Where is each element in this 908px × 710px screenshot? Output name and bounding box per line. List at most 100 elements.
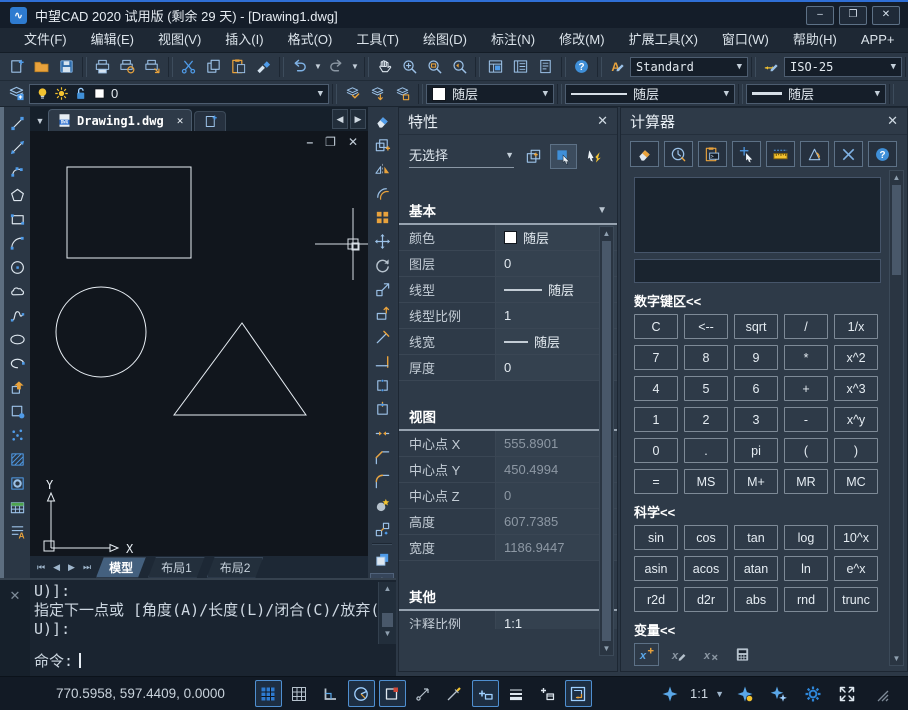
maximize-button[interactable]: ❐ xyxy=(839,6,867,25)
numpad-key[interactable]: - xyxy=(784,407,828,432)
scientific-key[interactable]: 10^x xyxy=(834,525,878,550)
close-button[interactable]: ✕ xyxy=(872,6,900,25)
numpad-key[interactable]: 7 xyxy=(634,345,678,370)
quick-select-button[interactable] xyxy=(580,144,607,169)
new-variable-button[interactable]: x xyxy=(634,643,659,666)
scroll-up-icon[interactable]: ▲ xyxy=(380,582,395,595)
menu-item[interactable]: 工具(T) xyxy=(344,28,411,52)
menu-item[interactable]: 窗口(W) xyxy=(710,28,781,52)
numpad-key[interactable]: 1/x xyxy=(834,314,878,339)
toggle-pickadd-button[interactable] xyxy=(520,144,547,169)
layout-tab-model[interactable]: 模型 xyxy=(96,557,146,578)
numpad-key[interactable]: C xyxy=(634,314,678,339)
calculator-close-icon[interactable]: ✕ xyxy=(887,113,898,129)
numpad-key[interactable]: pi xyxy=(734,438,778,463)
break-button[interactable] xyxy=(370,373,395,397)
properties-scrollbar[interactable]: ▲ ▼ xyxy=(599,226,614,656)
numpad-key[interactable]: 4 xyxy=(634,376,678,401)
scientific-key[interactable]: log xyxy=(784,525,828,550)
layout-first-button[interactable]: ⏮ xyxy=(34,562,48,573)
layer-states-button[interactable] xyxy=(390,82,415,106)
scientific-section-label[interactable]: 科学<< xyxy=(634,502,907,521)
ellipse-button[interactable] xyxy=(5,327,30,351)
layout-last-button[interactable]: ⏭ xyxy=(80,562,94,573)
scientific-key[interactable]: trunc xyxy=(834,587,878,612)
numpad-key[interactable]: 3 xyxy=(734,407,778,432)
command-close-icon[interactable]: ✕ xyxy=(10,588,21,676)
numpad-key[interactable]: 8 xyxy=(684,345,728,370)
menu-item[interactable]: 插入(I) xyxy=(213,28,275,52)
grid-toggle[interactable] xyxy=(286,680,313,707)
scientific-key[interactable]: ln xyxy=(784,556,828,581)
measure-angle-button[interactable] xyxy=(800,141,829,167)
hatch-button[interactable] xyxy=(5,447,30,471)
drawing-tab-close-icon[interactable]: ✕ xyxy=(177,114,184,127)
numpad-key[interactable]: 1 xyxy=(634,407,678,432)
ortho-toggle[interactable] xyxy=(317,680,344,707)
open-file-button[interactable] xyxy=(29,55,54,79)
numpad-key[interactable]: MC xyxy=(834,469,878,494)
arc-button[interactable] xyxy=(5,231,30,255)
scientific-key[interactable]: r2d xyxy=(634,587,678,612)
donut-button[interactable] xyxy=(5,471,30,495)
numpad-key[interactable]: 0 xyxy=(634,438,678,463)
numpad-key[interactable]: M+ xyxy=(734,469,778,494)
otrack-toggle[interactable] xyxy=(410,680,437,707)
menu-item[interactable]: 编辑(E) xyxy=(79,28,146,52)
drawing-tab[interactable]: DWG Drawing1.dwg ✕ xyxy=(48,109,192,131)
property-row[interactable]: 线宽随层 xyxy=(399,329,617,355)
command-history[interactable]: U)]:指定下一点或 [角度(A)/长度(L)/闭合(C)/放弃(U)]: 命令… xyxy=(30,580,378,676)
cut-button[interactable] xyxy=(176,55,201,79)
property-row[interactable]: 注释比例1:1 xyxy=(399,611,617,629)
doc-restore-button[interactable]: ❐ xyxy=(325,135,336,149)
numpad-key[interactable]: = xyxy=(634,469,678,494)
redo-dropdown-icon[interactable]: ▼ xyxy=(349,55,361,79)
scrollbar-thumb[interactable] xyxy=(382,613,393,627)
layer-make-current-button[interactable] xyxy=(340,82,365,106)
point-button[interactable] xyxy=(5,423,30,447)
copy-clip-button[interactable] xyxy=(201,55,226,79)
numpad-key[interactable]: 6 xyxy=(734,376,778,401)
numpad-section-label[interactable]: 数字键区<< xyxy=(634,291,907,310)
table-button[interactable] xyxy=(5,495,30,519)
align-button[interactable] xyxy=(370,517,395,541)
menu-item[interactable]: 绘图(D) xyxy=(411,28,479,52)
tab-scroll-left-button[interactable]: ◀ xyxy=(332,109,348,129)
lineweight-toggle[interactable] xyxy=(503,680,530,707)
revision-cloud-button[interactable] xyxy=(5,279,30,303)
calculator-input[interactable] xyxy=(634,259,881,283)
numpad-key[interactable]: / xyxy=(784,314,828,339)
numpad-key[interactable]: 5 xyxy=(684,376,728,401)
text-style-button[interactable]: A xyxy=(605,55,630,79)
numpad-key[interactable]: MR xyxy=(784,469,828,494)
scientific-key[interactable]: cos xyxy=(684,525,728,550)
variables-section-label[interactable]: 变量<< xyxy=(634,620,907,639)
zoom-window-button[interactable] xyxy=(422,55,447,79)
clear-button[interactable] xyxy=(630,141,659,167)
help-button[interactable]: ? xyxy=(868,141,897,167)
scientific-key[interactable]: sin xyxy=(634,525,678,550)
linetype-control[interactable]: 随层▼ xyxy=(565,84,735,104)
auto-annotate-icon[interactable] xyxy=(765,680,792,707)
numpad-key[interactable]: ) xyxy=(834,438,878,463)
draw-order-button[interactable] xyxy=(370,547,395,571)
snap-toggle[interactable] xyxy=(255,680,282,707)
spline-button[interactable] xyxy=(5,303,30,327)
menu-item[interactable]: 文件(F) xyxy=(12,28,79,52)
property-row[interactable]: 图层0 xyxy=(399,251,617,277)
scientific-key[interactable]: atan xyxy=(734,556,778,581)
save-file-button[interactable] xyxy=(54,55,79,79)
layer-combo[interactable]: 0▼ xyxy=(29,84,329,104)
pan-button[interactable] xyxy=(372,55,397,79)
menu-item[interactable]: APP+ xyxy=(849,28,907,52)
insert-block-button[interactable] xyxy=(5,375,30,399)
scientific-key[interactable]: rnd xyxy=(784,587,828,612)
trim-button[interactable] xyxy=(370,325,395,349)
scroll-up-icon[interactable]: ▲ xyxy=(889,171,904,184)
break-at-point-button[interactable] xyxy=(370,397,395,421)
calculator-history-display[interactable] xyxy=(634,177,881,253)
selection-dropdown[interactable]: 无选择 ▼ xyxy=(409,145,514,168)
drawing-canvas[interactable]: YX – ❐ ✕ xyxy=(30,131,368,556)
measure-distance-button[interactable] xyxy=(766,141,795,167)
undo-button[interactable] xyxy=(287,55,312,79)
